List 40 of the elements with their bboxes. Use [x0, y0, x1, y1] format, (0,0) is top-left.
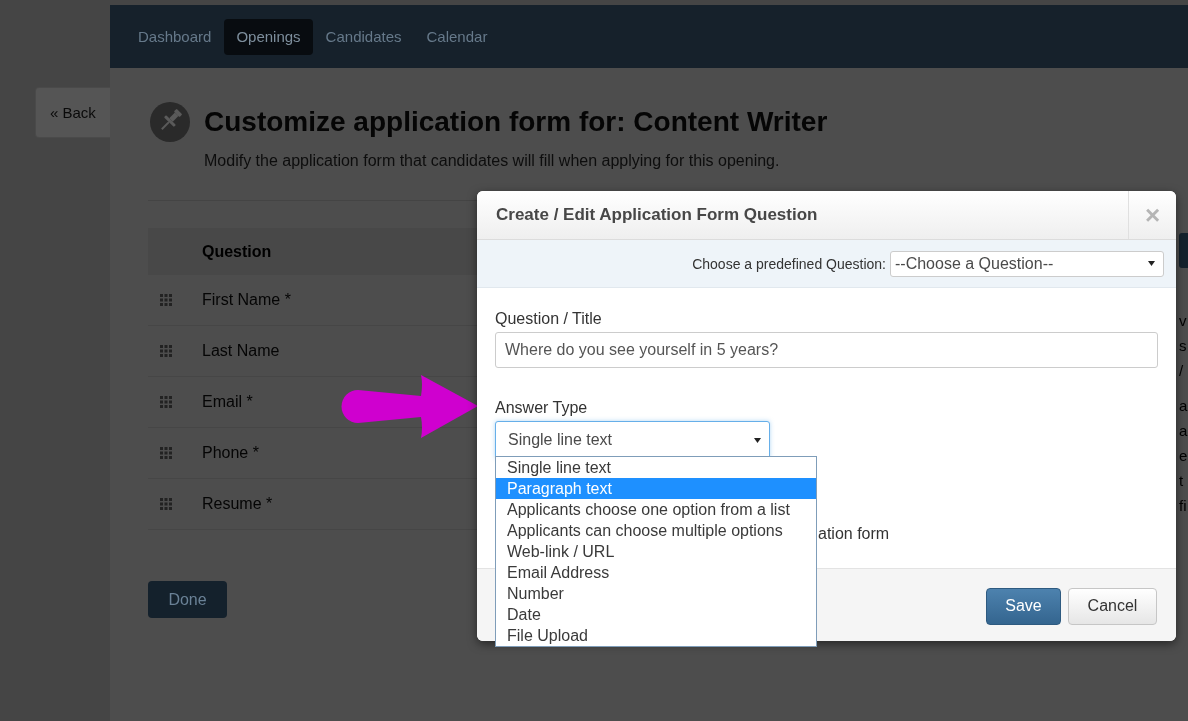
drag-handle-icon[interactable]	[160, 294, 172, 306]
nav-tab[interactable]: Calendar	[414, 18, 500, 55]
page-subtitle: Modify the application form that candidates will fill when applying for this opening.	[204, 151, 780, 171]
nav-tab[interactable]: Openings	[224, 18, 313, 55]
predefined-question-select[interactable]: --Choose a Question--	[890, 250, 1164, 277]
clipped-text: s	[1179, 336, 1187, 356]
modal-title: Create / Edit Application Form Question	[496, 205, 818, 225]
drag-handle-icon[interactable]	[160, 345, 172, 357]
header-button[interactable]	[1179, 233, 1188, 268]
field-label: Question / Title	[495, 309, 602, 329]
clipped-text: /	[1179, 361, 1184, 381]
save-button[interactable]: Save	[986, 587, 1061, 625]
predefined-question-label: Choose a predefined Question:	[692, 255, 886, 272]
caret-icon	[1148, 261, 1155, 266]
clipped-text: e	[1179, 446, 1188, 466]
field-label: Answer Type	[495, 398, 588, 418]
clipped-text: fi	[1179, 496, 1187, 516]
page-title: Customize application form for: Content Writer	[204, 106, 828, 138]
clipped-text: a	[1179, 396, 1188, 416]
clipped-text: a	[1179, 421, 1188, 441]
column-header: Question	[202, 242, 272, 261]
table-cell: Email *	[202, 393, 253, 411]
checkbox-label: ation form	[818, 525, 890, 542]
pin-icon	[150, 102, 190, 142]
drag-handle-icon[interactable]	[160, 447, 172, 459]
done-button[interactable]: Done	[148, 581, 227, 618]
table-cell: First Name *	[202, 291, 291, 309]
clipped-text: t	[1179, 471, 1184, 491]
nav-tab[interactable]: Candidates	[313, 18, 414, 55]
drag-handle-icon[interactable]	[160, 498, 172, 510]
question-title-input[interactable]: Where do you see yourself in 5 years?	[495, 332, 1158, 368]
answer-type-select[interactable]: Single line text	[495, 421, 770, 459]
cancel-button[interactable]: Cancel	[1068, 587, 1157, 625]
nav-tab[interactable]: Dashboard	[126, 18, 224, 55]
clipped-text: v	[1179, 311, 1187, 331]
drag-handle-icon[interactable]	[160, 396, 172, 408]
table-cell: Last Name	[202, 342, 280, 360]
table-cell: Phone *	[202, 444, 259, 462]
table-cell: Resume *	[202, 495, 273, 513]
caret-icon	[754, 437, 761, 443]
